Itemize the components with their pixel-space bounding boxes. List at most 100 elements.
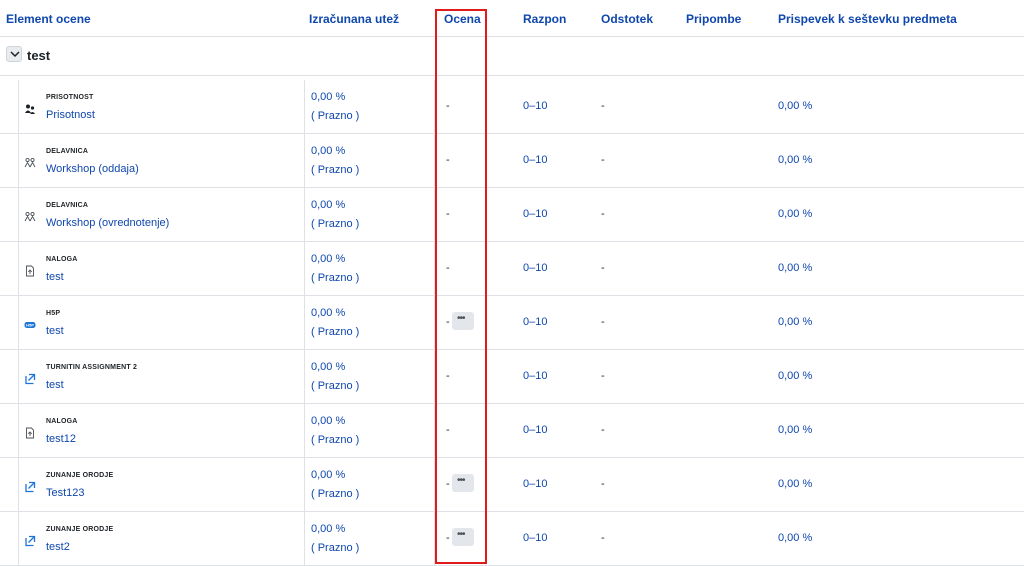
row-divider: [18, 188, 19, 242]
grade-item-link[interactable]: test2: [46, 541, 70, 553]
percent-value: -: [601, 370, 605, 382]
col-header-contribution: Prispevek k seštevku predmeta: [778, 12, 957, 26]
weight-status: ( Prazno ): [311, 488, 360, 500]
external-tool-icon: [24, 372, 36, 385]
weight-value: 0,00 %: [311, 361, 346, 373]
weight-value: 0,00 %: [311, 253, 346, 265]
weight-status: ( Prazno ): [311, 326, 360, 338]
range-value: 0–10: [523, 262, 548, 274]
row-divider: [18, 404, 19, 458]
activity-type-label: H5P: [46, 310, 61, 317]
weight-cell: 0,00 % ( Prazno ): [304, 350, 435, 403]
category-row: test: [0, 37, 1024, 76]
weight-value: 0,00 %: [311, 307, 346, 319]
grade-item-row: NALOGA test 0,00 % ( Prazno ) - 0–10 - 0…: [0, 242, 1024, 296]
contribution-value: 0,00 %: [778, 208, 813, 220]
grade-item-link[interactable]: Workshop (ovrednotenje): [46, 217, 169, 229]
contribution-value: 0,00 %: [778, 316, 813, 328]
percent-value: -: [601, 154, 605, 166]
percent-value: -: [601, 532, 605, 544]
row-divider: [18, 242, 19, 296]
weight-cell: 0,00 % ( Prazno ): [304, 188, 435, 241]
table-header: Element ocene Izračunana utež Ocena Razp…: [0, 0, 1024, 37]
grade-item-row: DELAVNICA Workshop (oddaja) 0,00 % ( Pra…: [0, 134, 1024, 188]
activity-type-label: NALOGA: [46, 418, 78, 425]
range-value: 0–10: [523, 478, 548, 490]
contribution-value: 0,00 %: [778, 370, 813, 382]
percent-value: -: [601, 316, 605, 328]
activity-type-label: PRISOTNOST: [46, 94, 94, 101]
weight-status: ( Prazno ): [311, 110, 360, 122]
range-value: 0–10: [523, 154, 548, 166]
percent-value: -: [601, 478, 605, 490]
contribution-value: 0,00 %: [778, 478, 813, 490]
contribution-value: 0,00 %: [778, 532, 813, 544]
weight-status: ( Prazno ): [311, 380, 360, 392]
grade-items-list: PRISOTNOST Prisotnost 0,00 % ( Prazno ) …: [0, 80, 1024, 566]
col-header-weight: Izračunana utež: [309, 12, 400, 26]
contribution-value: 0,00 %: [778, 262, 813, 274]
weight-cell: 0,00 % ( Prazno ): [304, 458, 435, 511]
percent-value: -: [601, 262, 605, 274]
col-header-item[interactable]: Element ocene: [6, 12, 91, 26]
weight-value: 0,00 %: [311, 91, 346, 103]
grade-column-highlight: [435, 9, 487, 564]
weight-cell: 0,00 % ( Prazno ): [304, 512, 435, 565]
weight-cell: 0,00 % ( Prazno ): [304, 242, 435, 295]
range-value: 0–10: [523, 370, 548, 382]
grade-item-row: ZUNANJE ORODJE Test123 0,00 % ( Prazno )…: [0, 458, 1024, 512]
weight-status: ( Prazno ): [311, 434, 360, 446]
grade-item-row: DELAVNICA Workshop (ovrednotenje) 0,00 %…: [0, 188, 1024, 242]
row-divider: [18, 134, 19, 188]
svg-text:H5P: H5P: [26, 323, 34, 328]
assignment-icon: [24, 264, 36, 277]
activity-type-label: TURNITIN ASSIGNMENT 2: [46, 364, 138, 371]
grade-item-row: H5P H5P test 0,00 % ( Prazno ) - 0–10 - …: [0, 296, 1024, 350]
activity-type-label: NALOGA: [46, 256, 78, 263]
percent-value: -: [601, 208, 605, 220]
grade-item-row: ZUNANJE ORODJE test2 0,00 % ( Prazno ) -…: [0, 512, 1024, 566]
attendance-icon: [24, 102, 36, 114]
activity-type-label: DELAVNICA: [46, 202, 89, 209]
col-header-percent: Odstotek: [601, 12, 654, 26]
weight-value: 0,00 %: [311, 523, 346, 535]
grade-item-link[interactable]: test: [46, 379, 64, 391]
grade-item-link[interactable]: test: [46, 271, 64, 283]
collapse-toggle-button[interactable]: [6, 46, 22, 62]
h5p-icon: H5P: [24, 318, 36, 330]
range-value: 0–10: [523, 100, 548, 112]
assignment-icon: [24, 426, 36, 439]
weight-cell: 0,00 % ( Prazno ): [304, 80, 435, 133]
range-value: 0–10: [523, 208, 548, 220]
workshop-icon: [24, 210, 36, 222]
weight-status: ( Prazno ): [311, 164, 360, 176]
range-value: 0–10: [523, 316, 548, 328]
weight-cell: 0,00 % ( Prazno ): [304, 296, 435, 349]
range-value: 0–10: [523, 424, 548, 436]
contribution-value: 0,00 %: [778, 154, 813, 166]
grade-item-link[interactable]: Prisotnost: [46, 109, 95, 121]
row-divider: [18, 512, 19, 566]
row-divider: [18, 458, 19, 512]
weight-value: 0,00 %: [311, 415, 346, 427]
row-divider: [18, 80, 19, 134]
contribution-value: 0,00 %: [778, 424, 813, 436]
category-name: test: [27, 48, 51, 63]
weight-value: 0,00 %: [311, 145, 346, 157]
activity-type-label: ZUNANJE ORODJE: [46, 526, 114, 533]
grade-item-link[interactable]: Workshop (oddaja): [46, 163, 139, 175]
weight-cell: 0,00 % ( Prazno ): [304, 404, 435, 457]
activity-type-label: DELAVNICA: [46, 148, 89, 155]
weight-value: 0,00 %: [311, 469, 346, 481]
external-tool-icon: [24, 480, 36, 493]
weight-status: ( Prazno ): [311, 272, 360, 284]
grade-item-link[interactable]: Test123: [46, 487, 85, 499]
external-tool-icon: [24, 534, 36, 547]
activity-type-label: ZUNANJE ORODJE: [46, 472, 114, 479]
grade-item-link[interactable]: test: [46, 325, 64, 337]
grade-item-link[interactable]: test12: [46, 433, 76, 445]
grade-item-row: NALOGA test12 0,00 % ( Prazno ) - 0–10 -…: [0, 404, 1024, 458]
range-value: 0–10: [523, 532, 548, 544]
grade-item-row: TURNITIN ASSIGNMENT 2 test 0,00 % ( Praz…: [0, 350, 1024, 404]
row-divider: [18, 296, 19, 350]
